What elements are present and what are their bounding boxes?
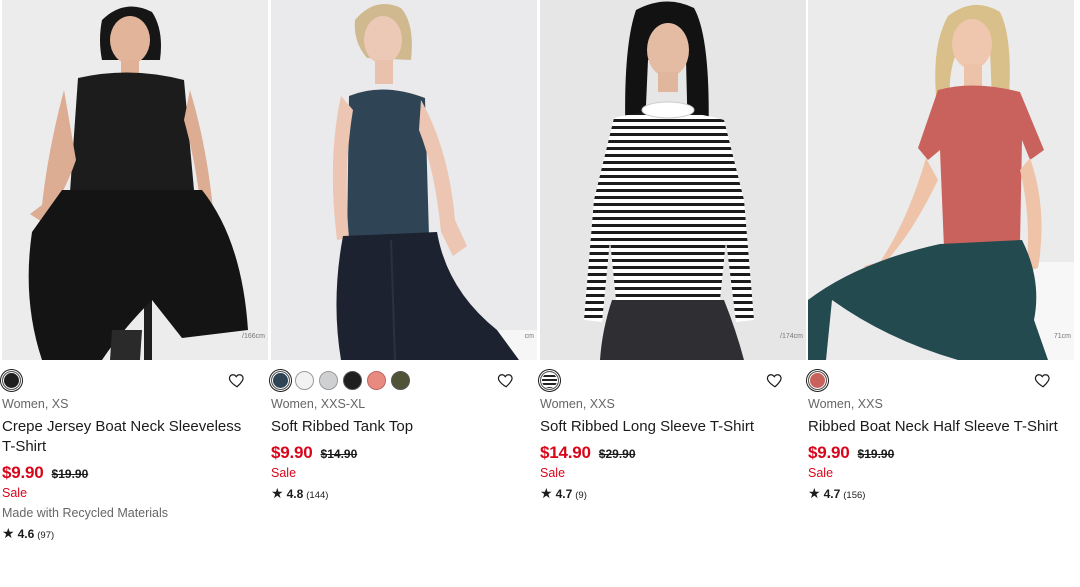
price-row: $9.90 $19.90 (2, 463, 268, 483)
product-name[interactable]: Crepe Jersey Boat Neck Sleeveless T-Shir… (2, 417, 268, 457)
model-height-label: /174cm (780, 333, 803, 340)
product-image[interactable]: cm (271, 0, 537, 360)
price-row: $14.90 $29.90 (540, 443, 806, 463)
price-row: $9.90 $19.90 (808, 443, 1074, 463)
star-icon: ★ (808, 485, 821, 501)
color-swatches (806, 368, 1074, 392)
model-height-label: 71cm (1053, 333, 1071, 340)
category-size: Women, XXS-XL (271, 397, 366, 411)
sale-price: $9.90 (808, 443, 850, 462)
color-swatch[interactable] (319, 370, 338, 390)
rating-value: 4.7 (823, 487, 841, 501)
price-row: $9.90 $14.90 (271, 443, 537, 463)
review-count: (9) (575, 490, 587, 501)
category-size: Women, XXS (808, 397, 883, 411)
color-swatch[interactable] (391, 370, 410, 390)
sale-price: $9.90 (2, 463, 44, 482)
product-grid: /166cm Women, XS Crepe Jersey Boat Neck … (0, 0, 1080, 587)
sale-label: Sale (808, 466, 834, 480)
review-count: (97) (37, 530, 55, 541)
sale-price: $9.90 (271, 443, 313, 462)
category-size: Women, XXS (540, 397, 615, 411)
rating-value: 4.7 (555, 487, 573, 501)
model-photo-illustration (271, 0, 537, 360)
product-card[interactable]: /174cm Women, XXS Soft Ribbed Long Sleev… (538, 0, 806, 502)
color-swatch[interactable] (343, 370, 362, 390)
product-card[interactable]: 71cm Women, XXS Ribbed Boat Neck Half Sl… (806, 0, 1074, 502)
color-swatch[interactable] (538, 368, 561, 392)
sale-label: Sale (271, 466, 297, 480)
color-swatch[interactable] (806, 368, 829, 392)
wishlist-heart-icon[interactable] (228, 371, 246, 389)
color-swatch[interactable] (0, 368, 23, 392)
rating: ★ 4.6 (97) (2, 525, 268, 542)
rating-value: 4.8 (286, 487, 304, 501)
rating: ★ 4.8 (144) (271, 485, 537, 502)
rating: ★ 4.7 (9) (540, 485, 806, 502)
original-price: $14.90 (320, 447, 358, 461)
star-icon: ★ (2, 525, 15, 541)
model-photo-illustration (808, 0, 1074, 360)
wishlist-heart-icon[interactable] (1034, 371, 1052, 389)
model-height-label: /166cm (242, 333, 265, 340)
color-swatches (269, 368, 537, 392)
model-photo-illustration (2, 0, 268, 360)
color-swatch[interactable] (295, 370, 314, 390)
product-name[interactable]: Soft Ribbed Tank Top (271, 417, 537, 437)
rating-value: 4.6 (17, 527, 35, 541)
star-icon: ★ (271, 485, 284, 501)
product-name[interactable]: Soft Ribbed Long Sleeve T-Shirt (540, 417, 806, 437)
category-size: Women, XS (2, 397, 69, 411)
star-icon: ★ (540, 485, 553, 501)
original-price: $19.90 (51, 467, 89, 481)
review-count: (156) (843, 490, 866, 501)
product-image[interactable]: /174cm (540, 0, 806, 360)
rating: ★ 4.7 (156) (808, 485, 1074, 502)
sale-label: Sale (540, 466, 566, 480)
model-height-label: cm (524, 333, 534, 340)
product-image[interactable]: 71cm (808, 0, 1074, 360)
product-card[interactable]: /166cm Women, XS Crepe Jersey Boat Neck … (0, 0, 268, 542)
review-count: (144) (306, 490, 329, 501)
color-swatches (0, 368, 268, 392)
original-price: $19.90 (857, 447, 895, 461)
product-name[interactable]: Ribbed Boat Neck Half Sleeve T-Shirt (808, 417, 1074, 437)
sustainability-label: Made with Recycled Materials (2, 506, 169, 520)
sale-label: Sale (2, 486, 28, 500)
sale-price: $14.90 (540, 443, 591, 462)
color-swatch[interactable] (367, 370, 386, 390)
original-price: $29.90 (598, 447, 636, 461)
model-photo-illustration (540, 0, 806, 360)
wishlist-heart-icon[interactable] (766, 371, 784, 389)
color-swatches (538, 368, 806, 392)
wishlist-heart-icon[interactable] (497, 371, 515, 389)
product-card[interactable]: cm Women, XXS-XL Soft Ribbed Tank Top $9… (269, 0, 537, 502)
color-swatch[interactable] (269, 368, 292, 392)
product-image[interactable]: /166cm (2, 0, 268, 360)
